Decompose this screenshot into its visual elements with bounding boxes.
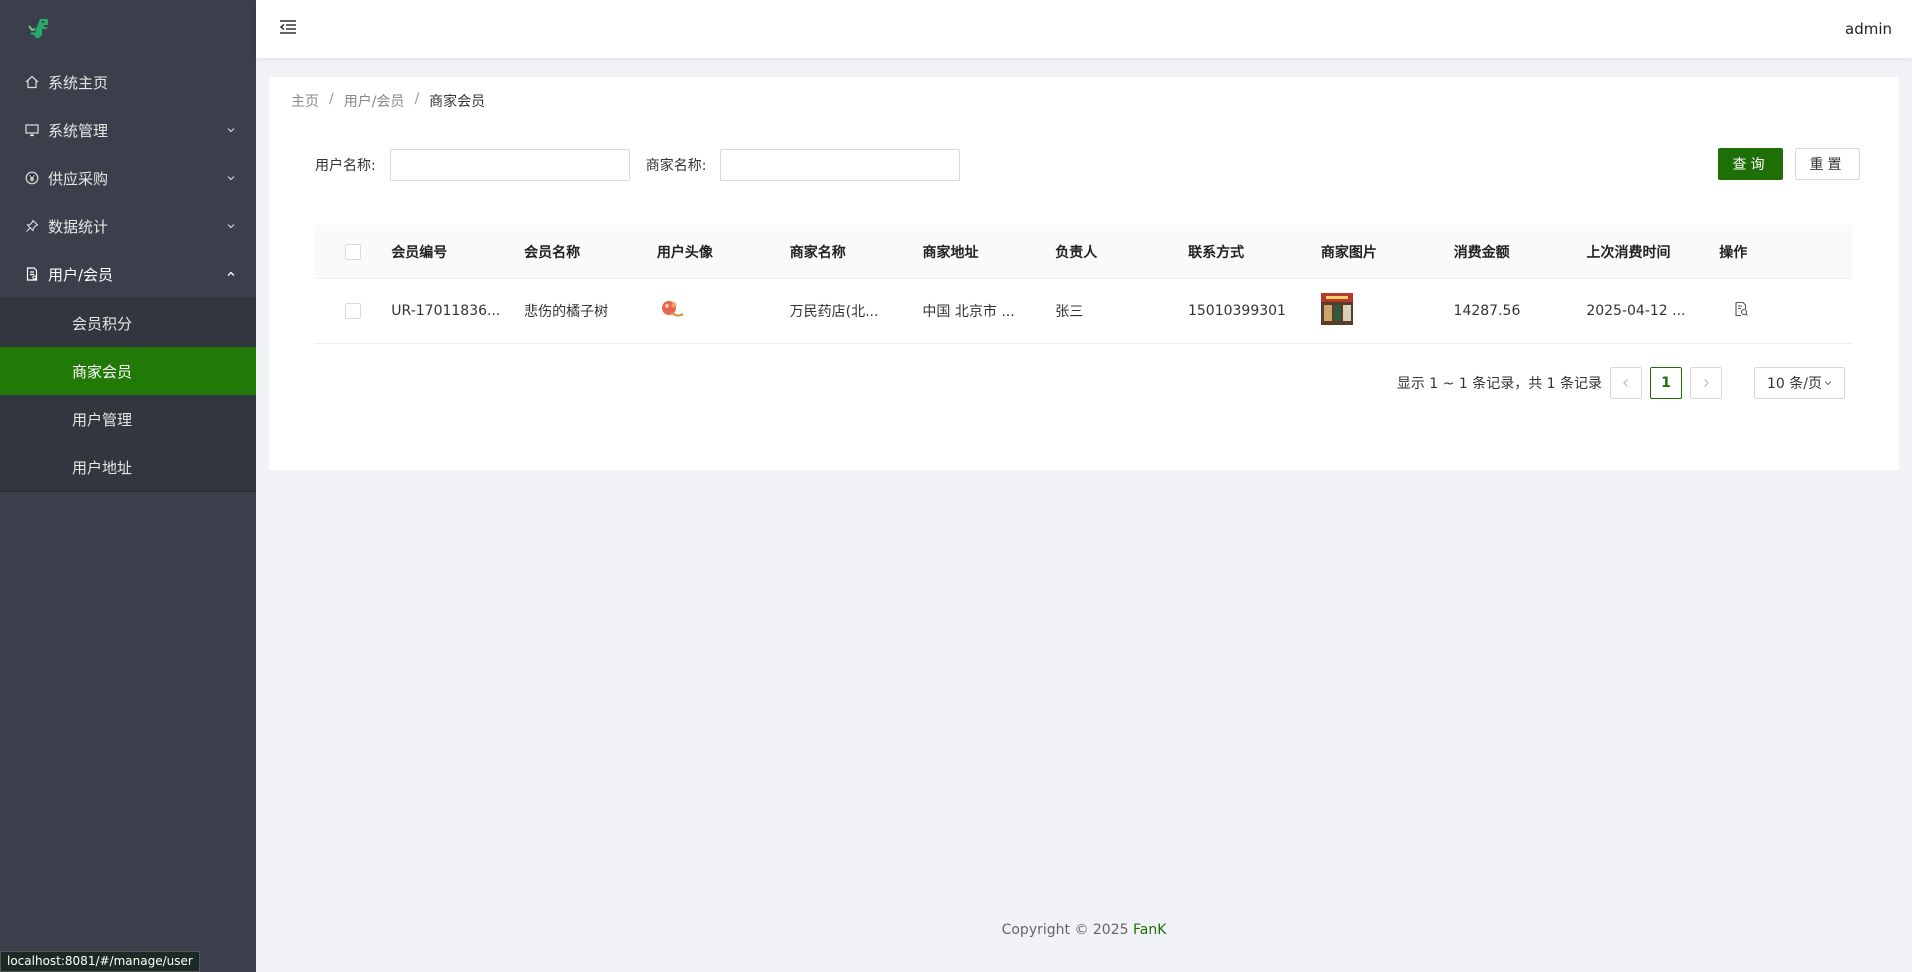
cell-amount: 14287.56 bbox=[1453, 303, 1521, 319]
footer: Copyright © 2025 FanK bbox=[256, 922, 1912, 938]
merchant-image[interactable] bbox=[1320, 293, 1353, 325]
user-name-input[interactable] bbox=[389, 149, 630, 181]
main-card: 主页 / 用户/会员 / 商家会员 用户名称: 商家名称: 查询 重置 会员编号… bbox=[269, 77, 1899, 470]
select-all-checkbox[interactable] bbox=[345, 243, 362, 260]
cell-last-time: 2025-04-12 ... bbox=[1586, 303, 1686, 319]
cell-member-name: 悲伤的橘子树 bbox=[524, 304, 609, 320]
cell-merchant-name: 万民药店(北... bbox=[789, 304, 879, 320]
table-header: 会员编号 会员名称 用户头像 商家名称 商家地址 负责人 联系方式 商家图片 消… bbox=[315, 225, 1852, 279]
menu-item-label: 系统主页 bbox=[48, 73, 109, 92]
brand-link[interactable]: FanK bbox=[1133, 922, 1166, 938]
column-header: 会员名称 bbox=[524, 244, 581, 261]
column-header: 会员编号 bbox=[391, 244, 448, 261]
search-form: 用户名称: 商家名称: bbox=[315, 149, 976, 181]
submenu-item-user-management[interactable]: 用户管理 bbox=[0, 395, 256, 443]
column-header: 联系方式 bbox=[1188, 244, 1245, 261]
breadcrumb-parent[interactable]: 用户/会员 bbox=[344, 91, 405, 111]
cell-contact: 15010399301 bbox=[1187, 303, 1286, 319]
cell-member-no: UR-17011836... bbox=[391, 303, 501, 319]
menu-item-label: 供应采购 bbox=[48, 169, 109, 188]
column-header: 商家图片 bbox=[1320, 244, 1377, 261]
menu-item-label: 数据统计 bbox=[48, 217, 109, 236]
document-icon bbox=[24, 266, 40, 282]
menu-collapse-icon[interactable] bbox=[278, 17, 298, 41]
breadcrumb: 主页 / 用户/会员 / 商家会员 bbox=[291, 91, 486, 111]
user-name[interactable]: admin bbox=[1845, 20, 1892, 38]
menu-item-label: 用户/会员 bbox=[48, 265, 114, 284]
cell-avatar bbox=[657, 294, 790, 328]
query-button[interactable]: 查询 bbox=[1718, 148, 1783, 180]
cell-merchant-address: 中国 北京市 ... bbox=[922, 304, 1015, 320]
copyright-text: Copyright © 2025 bbox=[1001, 922, 1133, 938]
menu-item-home[interactable]: 系统主页 bbox=[0, 58, 256, 106]
reset-button[interactable]: 重置 bbox=[1795, 148, 1860, 180]
avatar-image[interactable] bbox=[657, 294, 687, 324]
breadcrumb-home[interactable]: 主页 bbox=[291, 91, 319, 111]
page-number-button[interactable]: 1 bbox=[1650, 367, 1682, 399]
monitor-icon bbox=[24, 122, 40, 138]
submenu-item-user-address[interactable]: 用户地址 bbox=[0, 443, 256, 491]
chevron-down-icon bbox=[227, 128, 235, 133]
prev-page-button[interactable] bbox=[1610, 367, 1642, 399]
top-header: admin bbox=[256, 0, 1912, 58]
submenu-item-points[interactable]: 会员积分 bbox=[0, 299, 256, 347]
sidebar: 系统主页 系统管理 供应采购 数据统计 用户/会员 会员积分 商家会员 用户管理 bbox=[0, 0, 256, 972]
yen-circle-icon bbox=[24, 170, 40, 186]
dinosaur-logo-icon bbox=[28, 19, 48, 38]
user-name-label: 用户名称: bbox=[315, 158, 376, 174]
cell-actions bbox=[1719, 301, 1852, 321]
view-detail-icon[interactable] bbox=[1733, 301, 1749, 317]
chevron-down-icon bbox=[227, 224, 235, 229]
submenu-user-member: 会员积分 商家会员 用户管理 用户地址 bbox=[0, 298, 256, 492]
column-header: 负责人 bbox=[1055, 244, 1098, 261]
cell-merchant-image bbox=[1320, 293, 1454, 329]
logo[interactable] bbox=[0, 0, 256, 58]
column-header: 上次消费时间 bbox=[1586, 244, 1671, 261]
menu-item-label: 系统管理 bbox=[48, 121, 109, 140]
chevron-up-icon bbox=[227, 271, 235, 276]
pagination-summary: 显示 1 ~ 1 条记录，共 1 条记录 bbox=[1396, 376, 1602, 392]
row-checkbox[interactable] bbox=[345, 303, 362, 319]
column-header: 商家名称 bbox=[789, 244, 846, 261]
breadcrumb-current: 商家会员 bbox=[429, 94, 486, 110]
data-table: 会员编号 会员名称 用户头像 商家名称 商家地址 负责人 联系方式 商家图片 消… bbox=[315, 225, 1852, 344]
chevron-left-icon bbox=[1623, 379, 1628, 387]
cell-manager: 张三 bbox=[1055, 304, 1084, 320]
menu-item-statistics[interactable]: 数据统计 bbox=[0, 202, 256, 250]
column-header: 消费金额 bbox=[1453, 244, 1510, 261]
menu-item-system[interactable]: 系统管理 bbox=[0, 106, 256, 154]
menu-item-user-member[interactable]: 用户/会员 bbox=[0, 250, 256, 298]
submenu-item-merchant-member[interactable]: 商家会员 bbox=[0, 347, 256, 395]
next-page-button[interactable] bbox=[1690, 367, 1722, 399]
chevron-right-icon bbox=[1704, 379, 1709, 387]
column-header: 操作 bbox=[1719, 244, 1748, 261]
merchant-name-label: 商家名称: bbox=[645, 158, 707, 174]
chevron-down-icon bbox=[1824, 381, 1832, 386]
column-header: 商家地址 bbox=[922, 244, 979, 261]
pin-icon bbox=[24, 218, 40, 234]
pagination: 显示 1 ~ 1 条记录，共 1 条记录 1 10 条/页 bbox=[1397, 367, 1845, 399]
column-header: 用户头像 bbox=[656, 244, 713, 261]
page-size-select[interactable]: 10 条/页 bbox=[1754, 367, 1845, 399]
status-bar-url: localhost:8081/#/manage/user bbox=[0, 951, 200, 972]
chevron-down-icon bbox=[227, 176, 235, 181]
menu-item-procurement[interactable]: 供应采购 bbox=[0, 154, 256, 202]
page-size-value: 10 条/页 bbox=[1767, 376, 1822, 392]
home-icon bbox=[24, 74, 40, 90]
table-row[interactable]: UR-17011836... 悲伤的橘子树 万民药店(北... 中国 北京市 .… bbox=[315, 279, 1852, 344]
merchant-name-input[interactable] bbox=[720, 149, 961, 181]
